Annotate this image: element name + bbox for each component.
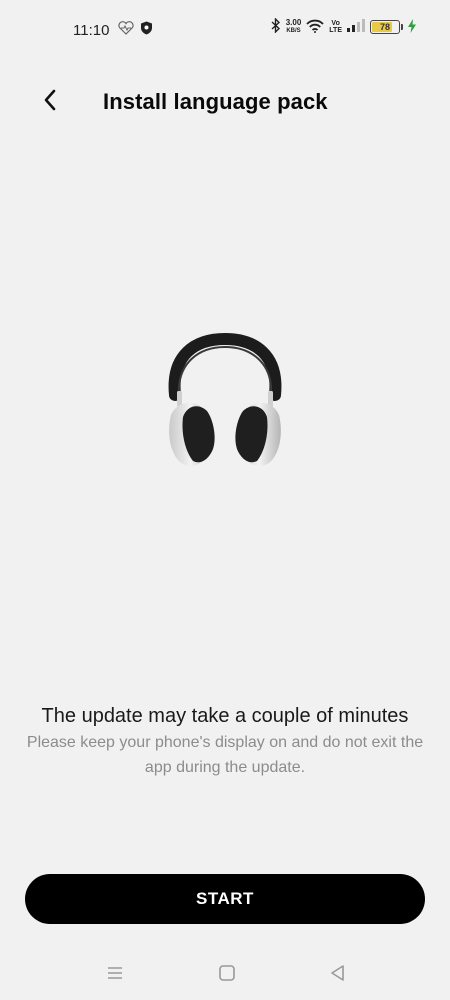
chevron-left-icon — [43, 89, 57, 116]
back-button[interactable] — [36, 88, 64, 116]
wifi-icon — [306, 19, 324, 36]
heart-rate-icon — [118, 21, 134, 38]
start-button[interactable]: START — [25, 874, 425, 924]
update-duration-heading: The update may take a couple of minutes — [41, 705, 409, 727]
battery-tip — [401, 24, 403, 30]
volte-indicator: Vo LTE — [329, 20, 342, 34]
page-title: Install language pack — [103, 89, 328, 114]
bluetooth-icon — [271, 17, 281, 36]
status-bar: 11:10 3.00 KB/S Vo LTE 78 — [0, 0, 450, 60]
battery-indicator: 78 — [370, 20, 400, 34]
network-speed: 3.00 KB/S — [285, 18, 302, 35]
status-time: 11:10 — [73, 22, 110, 39]
menu-icon[interactable] — [105, 963, 125, 983]
home-icon[interactable] — [217, 963, 237, 983]
update-instructions-text: Please keep your phone's display on and … — [26, 734, 424, 776]
shield-icon — [140, 21, 153, 38]
system-nav-bar — [0, 955, 450, 990]
back-icon[interactable] — [328, 963, 348, 983]
headphones-image — [163, 332, 287, 473]
signal-icon — [347, 19, 365, 35]
charging-icon — [408, 18, 416, 36]
header: Install language pack — [0, 80, 450, 130]
